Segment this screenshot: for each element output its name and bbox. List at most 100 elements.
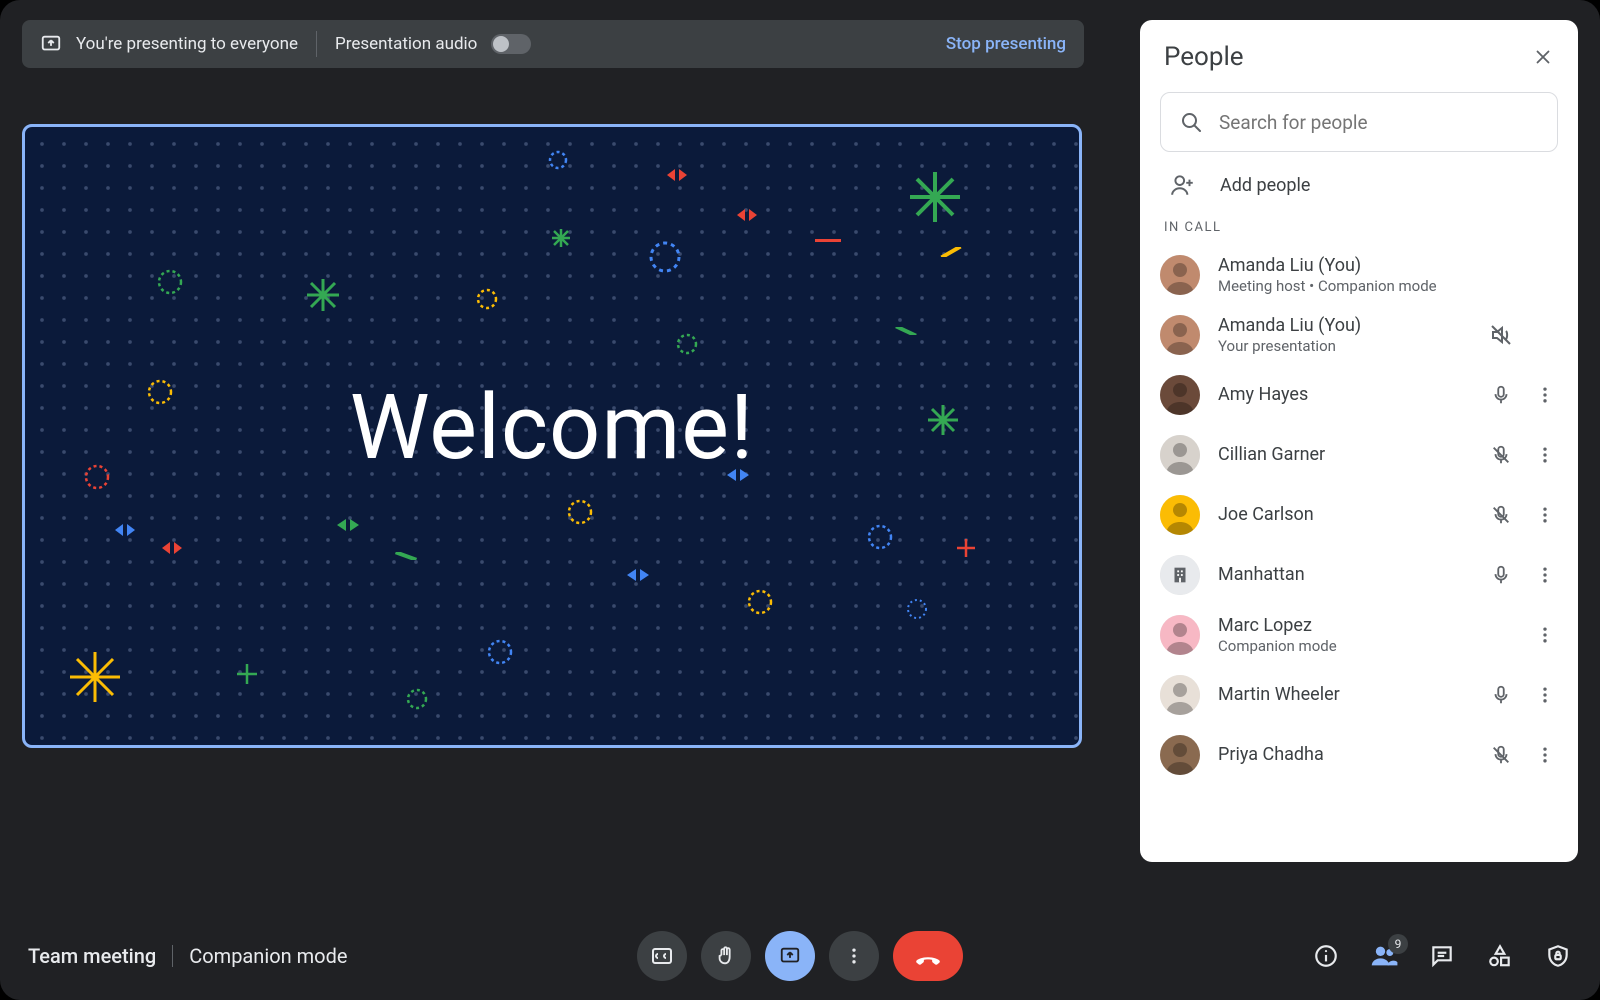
participant-row: Manhattan (1140, 545, 1578, 605)
people-count-badge: 9 (1388, 934, 1408, 954)
present-button[interactable] (765, 931, 815, 981)
presenting-banner: You're presenting to everyone Presentati… (22, 20, 1084, 68)
present-icon (40, 33, 62, 55)
participant-info: Joe Carlson (1218, 504, 1470, 526)
confetti-shape (405, 687, 429, 711)
confetti-shape (155, 267, 185, 297)
confetti-shape (145, 377, 175, 407)
confetti-shape (665, 167, 689, 183)
banner-separator (316, 31, 317, 57)
slide-title: Welcome! (350, 375, 754, 480)
participant-subtitle: Meeting host • Companion mode (1218, 277, 1470, 295)
participant-mic-muted[interactable] (1488, 444, 1514, 466)
participant-avatar (1160, 375, 1200, 415)
host-controls-button[interactable] (1544, 942, 1572, 970)
participant-info: Priya Chadha (1218, 744, 1470, 766)
present-screen-icon (779, 945, 801, 967)
participant-name: Martin Wheeler (1218, 684, 1470, 706)
participant-options-button[interactable] (1532, 745, 1558, 765)
search-people-field[interactable] (1160, 92, 1558, 152)
meeting-details-button[interactable] (1312, 942, 1340, 970)
confetti-shape (925, 402, 961, 438)
search-people-input[interactable] (1219, 111, 1539, 134)
confetti-shape (113, 522, 137, 538)
confetti-shape (905, 167, 965, 227)
participant-mic-muted[interactable] (1488, 504, 1514, 526)
presentation-audio-label: Presentation audio (335, 34, 477, 54)
confetti-shape (735, 207, 759, 223)
search-icon (1179, 110, 1203, 134)
participant-row: Martin Wheeler (1140, 665, 1578, 725)
call-controls (637, 931, 963, 981)
chat-icon (1429, 943, 1455, 969)
participant-info: Amanda Liu (You)Meeting host • Companion… (1218, 255, 1470, 295)
participant-options-button[interactable] (1532, 385, 1558, 405)
more-vertical-icon (844, 946, 864, 966)
participant-row: Marc LopezCompanion mode (1140, 605, 1578, 665)
participant-avatar (1160, 735, 1200, 775)
stop-presenting-button[interactable]: Stop presenting (946, 34, 1066, 54)
confetti-shape (865, 522, 895, 552)
participant-subtitle: Your presentation (1218, 337, 1470, 355)
confetti-shape (547, 149, 569, 171)
participant-options-button[interactable] (1532, 565, 1558, 585)
info-icon (1313, 943, 1339, 969)
participant-row: Cillian Garner (1140, 425, 1578, 485)
participant-info: Martin Wheeler (1218, 684, 1470, 706)
add-person-icon (1170, 172, 1196, 198)
participant-info: Amanda Liu (You)Your presentation (1218, 315, 1470, 355)
in-call-section-label: IN CALL (1140, 216, 1578, 245)
captions-button[interactable] (637, 931, 687, 981)
people-panel: People Add people IN CALL Amanda Liu (Yo… (1140, 20, 1578, 862)
people-panel-title: People (1164, 42, 1244, 72)
participant-info: Marc LopezCompanion mode (1218, 615, 1470, 655)
participant-mic-muted[interactable] (1488, 744, 1514, 766)
leave-call-button[interactable] (893, 931, 963, 981)
participant-options-button[interactable] (1532, 445, 1558, 465)
participant-info: Amy Hayes (1218, 384, 1470, 406)
participant-avatar (1160, 675, 1200, 715)
confetti-shape (895, 327, 917, 335)
companion-mode-label: Companion mode (189, 944, 347, 968)
confetti-shape (82, 462, 112, 492)
participant-name: Amanda Liu (You) (1218, 315, 1470, 337)
confetti-shape (235, 662, 259, 686)
confetti-shape (475, 287, 499, 311)
add-people-button[interactable]: Add people (1140, 152, 1578, 216)
participant-options-button[interactable] (1532, 685, 1558, 705)
participant-row: Amy Hayes (1140, 365, 1578, 425)
close-panel-button[interactable] (1532, 46, 1554, 68)
participant-list: Amanda Liu (You) Meeting host • Companion… (1140, 245, 1578, 852)
confetti-shape (940, 247, 962, 257)
participant-options-button[interactable] (1532, 625, 1558, 645)
confetti-shape (65, 647, 125, 707)
footer-bar: Team meeting Companion mode (0, 912, 1600, 1000)
presentation-audio-toggle[interactable] (491, 34, 531, 54)
participant-name: Priya Chadha (1218, 744, 1470, 766)
presenting-text: You're presenting to everyone (76, 34, 298, 54)
chat-button[interactable] (1428, 942, 1456, 970)
presentation-tile: Welcome! (22, 124, 1082, 748)
participant-name: Manhattan (1218, 564, 1470, 586)
confetti-shape (305, 277, 341, 313)
participant-name: Marc Lopez (1218, 615, 1470, 637)
captions-icon (650, 944, 674, 968)
participant-mic-on[interactable] (1488, 384, 1514, 406)
activities-button[interactable] (1486, 942, 1514, 970)
participant-mic-speaker-muted[interactable] (1488, 323, 1514, 347)
confetti-shape (905, 597, 929, 621)
confetti-shape (550, 227, 572, 249)
raise-hand-button[interactable] (701, 931, 751, 981)
close-icon (1532, 46, 1554, 68)
people-button[interactable]: 9 (1370, 942, 1398, 970)
shapes-icon (1487, 943, 1513, 969)
participant-avatar (1160, 495, 1200, 535)
participant-mic-on[interactable] (1488, 564, 1514, 586)
participant-avatar (1160, 255, 1200, 295)
participant-avatar (1160, 315, 1200, 355)
participant-mic-on[interactable] (1488, 684, 1514, 706)
participant-options-button[interactable] (1532, 505, 1558, 525)
hand-icon (715, 945, 737, 967)
more-options-button[interactable] (829, 931, 879, 981)
participant-name: Joe Carlson (1218, 504, 1470, 526)
